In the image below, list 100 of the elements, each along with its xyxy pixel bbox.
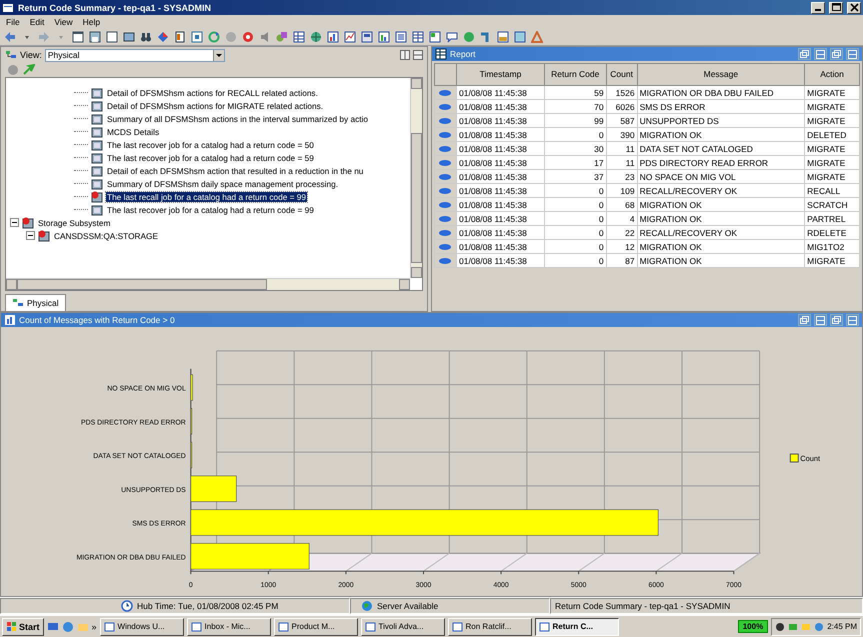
window-icon[interactable] [72,30,84,42]
window-icon[interactable] [106,30,118,42]
chart-icon[interactable] [344,30,356,42]
workspace-name: Return Code Summary - tep-qa1 - SYSADMIN [555,601,730,611]
table-icon[interactable] [412,30,424,42]
link-icon[interactable] [438,214,452,222]
navigator-tab[interactable]: Physical [5,294,66,311]
tree-item[interactable]: Summary of all DFSMShsm actions in the interval summarized by actio [106,114,369,124]
taskbar-button[interactable]: Ron Ratclif... [448,618,532,636]
menu-item[interactable]: View [54,16,73,26]
taskbar-button[interactable]: Product M... [274,618,358,636]
more-button[interactable]: » [92,622,97,632]
taskbar-button[interactable]: Windows U... [100,618,184,636]
menu-item[interactable]: Help [82,16,100,26]
tree-item[interactable]: Detail of DFSMShsm actions for RECALL related actions. [106,88,319,98]
tree-item[interactable]: Storage Subsystem [37,218,112,228]
tree-item[interactable]: Detail of each DFSMShsm action that resulted in a reduction in the nu [106,166,364,176]
window-icon[interactable] [361,30,373,42]
taskbar-button[interactable]: Return C... [534,618,619,636]
column-header[interactable]: Count [606,64,638,86]
tree-item[interactable]: The last recover job for a catalog had a return code = 99 [106,204,315,214]
report-icon [91,100,103,112]
window-icon[interactable] [395,30,407,42]
link-icon[interactable] [438,102,452,110]
globe-icon[interactable] [62,620,74,632]
document-icon[interactable] [174,30,186,42]
window-icon[interactable] [123,30,135,42]
chart-icon[interactable] [327,30,339,42]
circle-icon[interactable] [463,30,475,42]
panel-close-button[interactable] [846,48,859,60]
save-icon[interactable] [89,30,101,42]
tree-item[interactable]: MCDS Details [106,126,160,136]
link-icon[interactable] [438,88,452,96]
speaker-icon[interactable] [259,30,271,42]
tree-item[interactable]: Detail of DFSMShsm actions for MIGRATE related actions. [106,100,324,110]
panel-maximize-button[interactable] [814,314,827,326]
tree-item[interactable]: The last recover job for a catalog had a return code = 59 [106,152,315,162]
table-cell: 01/08/08 11:45:38 [456,212,544,226]
menu-item[interactable]: Edit [30,16,44,26]
horizontal-scrollbar[interactable] [6,278,410,290]
stop-icon[interactable] [242,30,254,42]
start-button[interactable]: Start [2,618,44,636]
minimize-button[interactable] [811,2,825,14]
column-header[interactable]: Return Code [544,64,606,86]
globe-icon[interactable] [310,30,322,42]
window-icon[interactable] [497,30,509,42]
app-icon [2,2,14,14]
arrow-left-icon[interactable] [4,30,16,42]
table-cell: MIGRATE [804,254,860,268]
link-icon[interactable] [438,186,452,194]
close-button[interactable] [847,2,861,14]
panel-close-button[interactable] [846,314,859,326]
column-header[interactable]: Timestamp [456,64,544,86]
restore-button[interactable] [830,314,843,326]
vertical-scrollbar[interactable] [410,78,422,278]
tray-icon[interactable] [775,622,786,632]
table-cell: MIGRATION OR DBA DBU FAILED [637,86,805,100]
menu-item[interactable]: File [6,16,20,26]
link-icon[interactable] [438,130,452,138]
link-icon[interactable] [438,172,452,180]
column-header[interactable]: Action [804,64,860,86]
tree-item[interactable]: The last recall job for a catalog had a return code = 99 [106,192,308,202]
tree-item[interactable]: The last recover job for a catalog had a return code = 50 [106,140,315,150]
table-icon[interactable] [293,30,305,42]
taskbar-button[interactable]: Inbox - Mic... [186,618,271,636]
window-icon[interactable] [429,30,441,42]
link-icon[interactable] [438,144,452,152]
restore-button[interactable] [830,48,843,60]
shapes-icon[interactable] [276,30,288,42]
refresh-icon[interactable] [208,30,220,42]
link-icon[interactable] [438,116,452,124]
table-cell: 01/08/08 11:45:38 [456,156,544,170]
tree-item[interactable]: CANSDSSM:QA:STORAGE [53,230,160,240]
taskbar-button[interactable]: Tivoli Adva... [360,618,445,636]
speech-bubble-icon[interactable] [446,30,458,42]
window-icon[interactable] [514,30,526,42]
panel-maximize-button[interactable] [814,48,827,60]
restore-button[interactable] [798,48,811,60]
collapse-icon[interactable] [10,218,19,227]
window-icon[interactable] [191,30,203,42]
binoculars-icon[interactable] [140,30,152,42]
window-icon [452,621,463,632]
link-icon[interactable] [438,158,452,166]
diamond-icon[interactable] [157,30,169,42]
collapse-icon[interactable] [26,231,35,240]
link-icon[interactable] [438,228,452,236]
maximize-button[interactable] [829,2,843,14]
circle-icon[interactable] [7,64,19,76]
link-icon[interactable] [438,242,452,250]
tree-item[interactable]: Summary of DFSMShsm daily space management processing. [106,178,340,188]
split-horizontal-icon[interactable] [413,50,423,60]
chart-icon [4,314,16,326]
restore-button[interactable] [798,314,811,326]
table-cell: 390 [606,128,638,142]
split-vertical-icon[interactable] [400,50,410,60]
link-icon[interactable] [438,200,452,208]
link-icon[interactable] [438,256,452,264]
chart-icon[interactable] [378,30,390,42]
column-header[interactable]: Message [637,64,805,86]
view-dropdown[interactable]: Physical [44,48,225,62]
